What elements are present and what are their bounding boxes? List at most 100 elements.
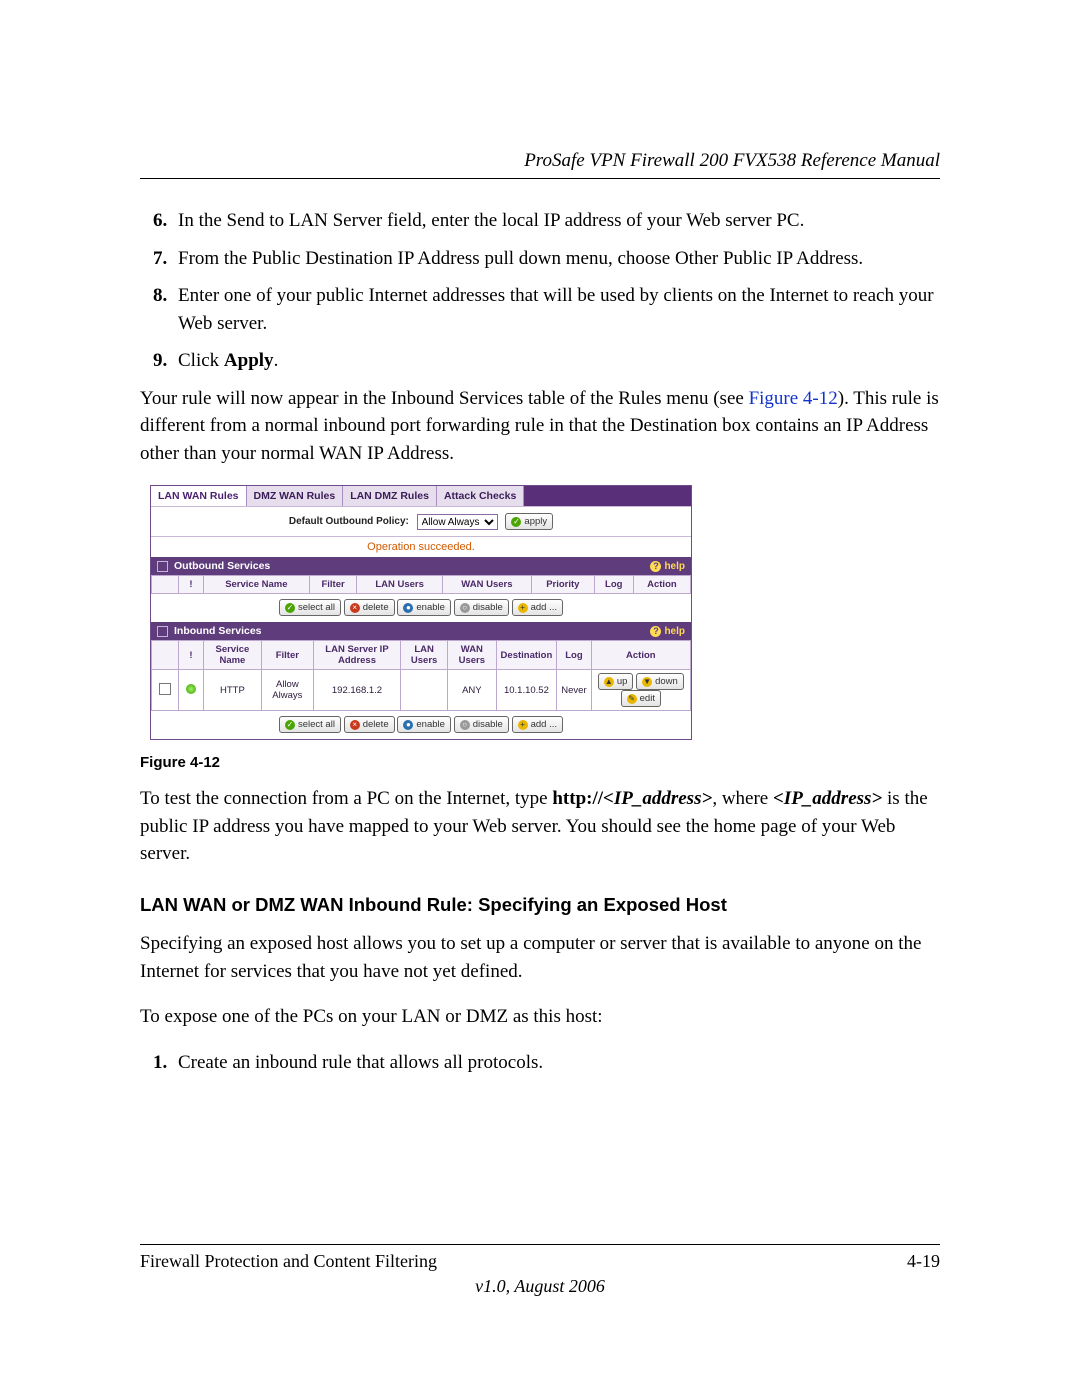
select-all-button[interactable]: ✓select all bbox=[279, 599, 341, 616]
check-icon: ✓ bbox=[285, 603, 295, 613]
col-destination: Destination bbox=[496, 641, 557, 670]
tab-attack-checks[interactable]: Attack Checks bbox=[437, 486, 524, 506]
col-lan-server-ip: LAN Server IP Address bbox=[313, 641, 400, 670]
p2-mid: , where bbox=[712, 788, 773, 809]
btn-label: select all bbox=[298, 719, 335, 730]
status-enabled-icon bbox=[186, 684, 196, 694]
btn-label: edit bbox=[640, 693, 655, 704]
help-link-inbound[interactable]: ?help bbox=[650, 626, 685, 637]
dot-icon: ○ bbox=[460, 720, 470, 730]
paragraph-exposed-def: Specifying an exposed host allows you to… bbox=[140, 930, 940, 985]
step-8: Enter one of your public Internet addres… bbox=[172, 282, 940, 337]
select-all-button[interactable]: ✓select all bbox=[279, 716, 341, 733]
col-checkbox bbox=[152, 576, 179, 594]
step-9-apply: Apply bbox=[224, 350, 274, 371]
outbound-table: ! Service Name Filter LAN Users WAN User… bbox=[151, 575, 691, 594]
expand-icon[interactable] bbox=[157, 626, 168, 637]
numbered-steps: In the Send to LAN Server field, enter t… bbox=[140, 207, 940, 375]
footer-left: Firewall Protection and Content Filterin… bbox=[140, 1251, 437, 1272]
cell-action: ▲up ▼down ✎edit bbox=[591, 670, 690, 711]
cell-lan-server: 192.168.1.2 bbox=[313, 670, 400, 711]
tab-lan-dmz-rules[interactable]: LAN DMZ Rules bbox=[343, 486, 437, 506]
outbound-title: Outbound Services bbox=[174, 560, 270, 572]
table-row[interactable]: HTTP Allow Always 192.168.1.2 ANY 10.1.1… bbox=[152, 670, 691, 711]
enable-button[interactable]: ●enable bbox=[397, 716, 451, 733]
expose-step-1: Create an inbound rule that allows all p… bbox=[172, 1049, 940, 1077]
footer-right: 4-19 bbox=[907, 1251, 940, 1272]
disable-button[interactable]: ○disable bbox=[454, 716, 509, 733]
p2-http: http:// bbox=[552, 788, 603, 809]
col-priority: Priority bbox=[532, 576, 595, 594]
inbound-buttons: ✓select all ×delete ●enable ○disable +ad… bbox=[151, 711, 691, 739]
btn-label: down bbox=[655, 676, 678, 687]
cell-lan-users bbox=[401, 670, 448, 711]
col-status: ! bbox=[179, 641, 204, 670]
tab-lan-wan-rules[interactable]: LAN WAN Rules bbox=[151, 486, 247, 506]
step-9-post: . bbox=[274, 350, 279, 371]
rules-screenshot: LAN WAN Rules DMZ WAN Rules LAN DMZ Rule… bbox=[150, 485, 692, 740]
btn-label: up bbox=[617, 676, 628, 687]
policy-label: Default Outbound Policy: bbox=[289, 517, 409, 528]
col-service-name: Service Name bbox=[204, 641, 262, 670]
expand-icon[interactable] bbox=[157, 561, 168, 572]
col-wan-users: WAN Users bbox=[442, 576, 531, 594]
check-icon: ✓ bbox=[511, 517, 521, 527]
page-header: ProSafe VPN Firewall 200 FVX538 Referenc… bbox=[140, 150, 940, 179]
footer-center: v1.0, August 2006 bbox=[140, 1276, 940, 1297]
row-checkbox[interactable] bbox=[159, 683, 171, 695]
dot-icon: ● bbox=[403, 720, 413, 730]
enable-button[interactable]: ●enable bbox=[397, 599, 451, 616]
btn-label: enable bbox=[416, 602, 445, 613]
tab-dmz-wan-rules[interactable]: DMZ WAN Rules bbox=[247, 486, 344, 506]
col-filter: Filter bbox=[309, 576, 357, 594]
figure-link[interactable]: Figure 4-12 bbox=[749, 388, 838, 409]
col-log: Log bbox=[594, 576, 633, 594]
tab-filler bbox=[524, 486, 691, 506]
btn-label: select all bbox=[298, 602, 335, 613]
paragraph-expose-intro: To expose one of the PCs on your LAN or … bbox=[140, 1003, 940, 1031]
inbound-table: ! Service Name Filter LAN Server IP Addr… bbox=[151, 640, 691, 711]
add-button[interactable]: +add ... bbox=[512, 716, 563, 733]
subheading-exposed-host: LAN WAN or DMZ WAN Inbound Rule: Specify… bbox=[140, 894, 940, 916]
p2-ip2: <IP_address> bbox=[773, 788, 882, 809]
step-6: In the Send to LAN Server field, enter t… bbox=[172, 207, 940, 235]
outbound-buttons: ✓select all ×delete ●enable ○disable +ad… bbox=[151, 594, 691, 622]
btn-label: enable bbox=[416, 719, 445, 730]
btn-label: add ... bbox=[531, 602, 557, 613]
col-checkbox bbox=[152, 641, 179, 670]
dot-icon: ○ bbox=[460, 603, 470, 613]
paragraph-test-connection: To test the connection from a PC on the … bbox=[140, 785, 940, 868]
cell-filter: Allow Always bbox=[261, 670, 313, 711]
up-button[interactable]: ▲up bbox=[598, 673, 634, 690]
btn-label: disable bbox=[473, 602, 503, 613]
tab-bar: LAN WAN Rules DMZ WAN Rules LAN DMZ Rule… bbox=[151, 486, 691, 506]
col-action: Action bbox=[633, 576, 690, 594]
apply-label: apply bbox=[524, 516, 547, 527]
delete-button[interactable]: ×delete bbox=[344, 599, 395, 616]
policy-select[interactable]: Allow Always bbox=[417, 514, 498, 530]
inbound-header: Inbound Services ?help bbox=[151, 622, 691, 640]
help-icon: ? bbox=[650, 561, 661, 572]
btn-label: add ... bbox=[531, 719, 557, 730]
delete-button[interactable]: ×delete bbox=[344, 716, 395, 733]
edit-button[interactable]: ✎edit bbox=[621, 690, 661, 707]
cell-service: HTTP bbox=[204, 670, 262, 711]
policy-bar: Default Outbound Policy: Allow Always ✓a… bbox=[151, 506, 691, 537]
plus-icon: + bbox=[518, 603, 528, 613]
col-action: Action bbox=[591, 641, 690, 670]
col-status: ! bbox=[179, 576, 204, 594]
disable-button[interactable]: ○disable bbox=[454, 599, 509, 616]
help-link-outbound[interactable]: ?help bbox=[650, 561, 685, 572]
cell-wan-users: ANY bbox=[448, 670, 496, 711]
step-9-pre: Click bbox=[178, 350, 224, 371]
btn-label: disable bbox=[473, 719, 503, 730]
x-icon: × bbox=[350, 603, 360, 613]
p2-ip1: <IP_address> bbox=[603, 788, 712, 809]
help-label: help bbox=[664, 561, 685, 572]
apply-button[interactable]: ✓apply bbox=[505, 513, 553, 530]
col-service-name: Service Name bbox=[204, 576, 310, 594]
down-button[interactable]: ▼down bbox=[636, 673, 684, 690]
edit-icon: ✎ bbox=[627, 694, 637, 704]
step-7: From the Public Destination IP Address p… bbox=[172, 245, 940, 273]
add-button[interactable]: +add ... bbox=[512, 599, 563, 616]
